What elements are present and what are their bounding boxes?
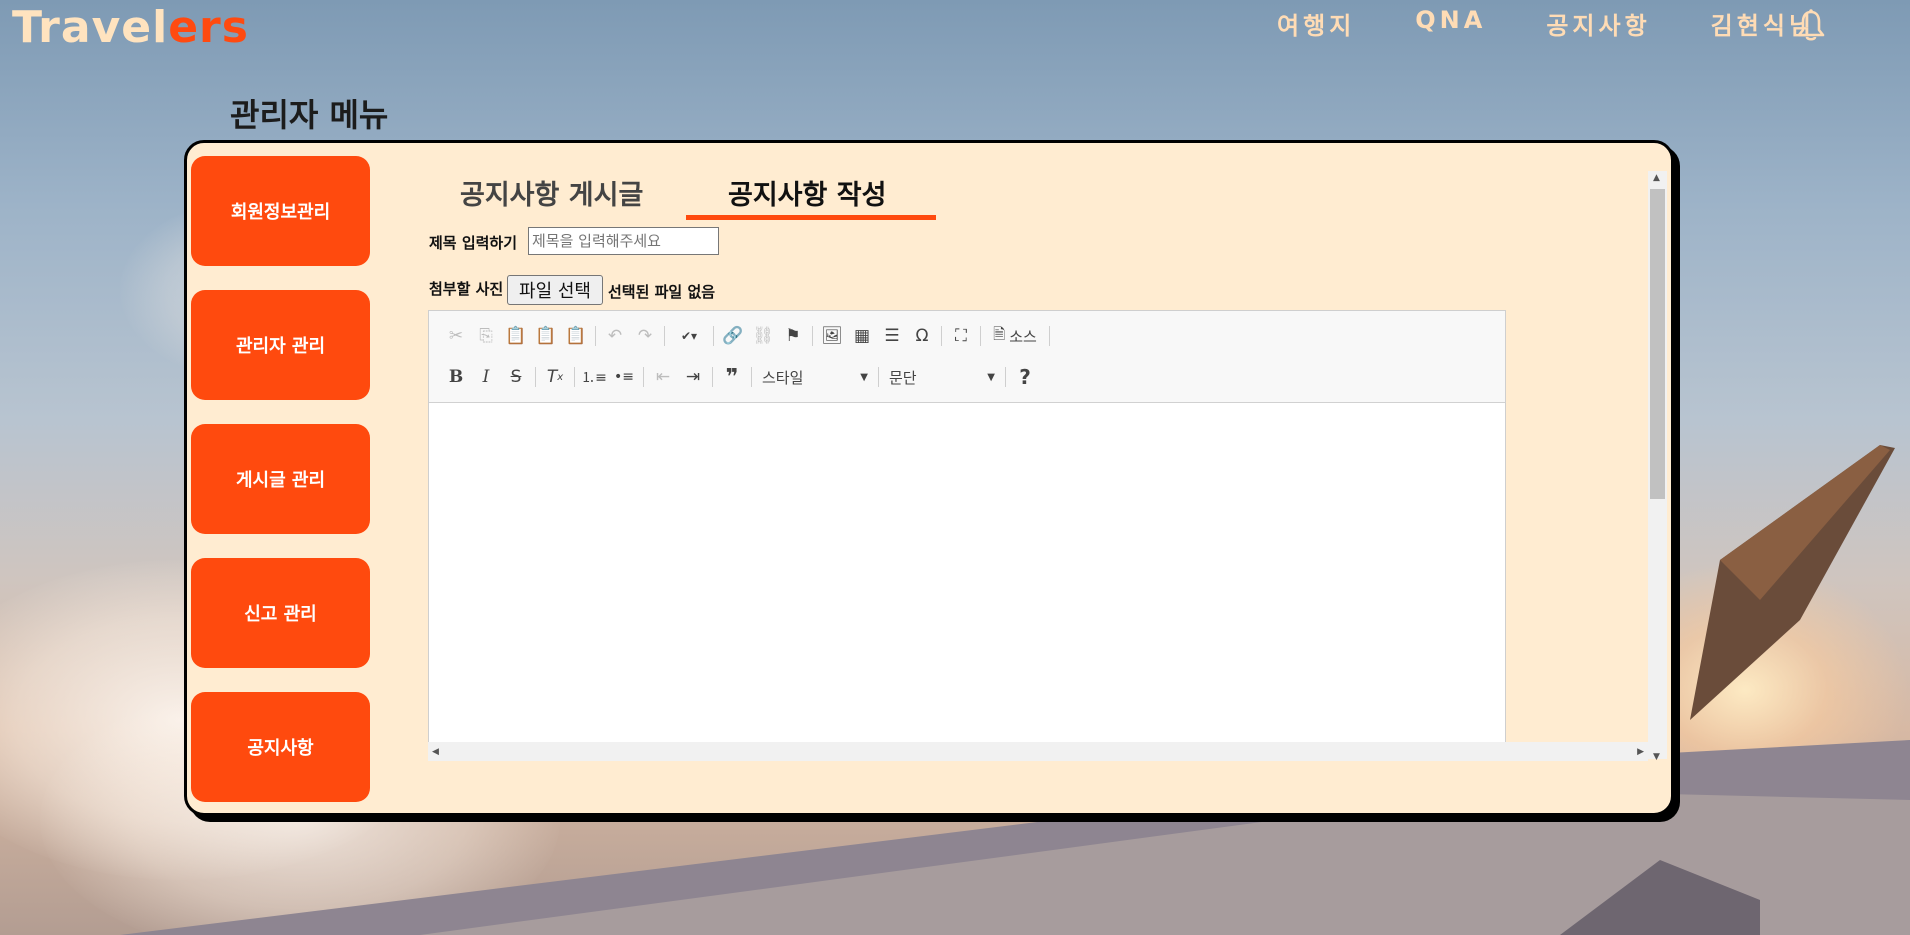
maximize-icon[interactable]: ⛶ bbox=[946, 322, 976, 350]
sidebar-item-admin-management[interactable]: 관리자 관리 bbox=[191, 290, 370, 400]
horizontal-line-icon[interactable]: ☰ bbox=[877, 322, 907, 350]
increase-indent-icon[interactable]: ⇥ bbox=[678, 363, 708, 391]
rich-text-editor: ✂ ⎘ 📋 📋 📋 ↶ ↷ ✔▾ 🔗 ⛓ ⚑ 🖼 ▦ ☰ Ω ⛶ 🗎 소스 B … bbox=[428, 310, 1506, 751]
image-icon[interactable]: 🖼 bbox=[817, 322, 847, 350]
paste-text-icon[interactable]: 📋 bbox=[531, 322, 561, 350]
nav-destinations[interactable]: 여행지 bbox=[1277, 6, 1355, 41]
editor-content-area[interactable] bbox=[429, 403, 1505, 751]
copy-icon[interactable]: ⎘ bbox=[471, 322, 501, 350]
toolbar-separator bbox=[713, 326, 714, 346]
toolbar-separator bbox=[535, 367, 536, 387]
horizontal-scrollbar[interactable]: ◀ ▶ bbox=[428, 742, 1648, 761]
toolbar-separator bbox=[751, 367, 752, 387]
editor-toolbar: ✂ ⎘ 📋 📋 📋 ↶ ↷ ✔▾ 🔗 ⛓ ⚑ 🖼 ▦ ☰ Ω ⛶ 🗎 소스 B … bbox=[429, 311, 1505, 403]
tab-notice-list[interactable]: 공지사항 게시글 bbox=[460, 173, 643, 212]
format-dropdown[interactable]: 문단 ▼ bbox=[883, 365, 1001, 389]
source-doc-icon: 🗎 bbox=[993, 324, 1006, 343]
source-button[interactable]: 🗎 소스 bbox=[985, 322, 1045, 350]
source-label: 소스 bbox=[1009, 327, 1037, 346]
scroll-right-icon[interactable]: ▶ bbox=[1637, 747, 1644, 757]
file-select-button[interactable]: 파일 선택 bbox=[507, 275, 603, 305]
admin-panel: 회원정보관리 관리자 관리 게시글 관리 신고 관리 공지사항 공지사항 게시글… bbox=[184, 140, 1674, 816]
strikethrough-icon[interactable]: S bbox=[501, 363, 531, 391]
attach-photo-label: 첨부할 사진 bbox=[429, 280, 504, 298]
toolbar-separator bbox=[1005, 367, 1006, 387]
toolbar-separator bbox=[878, 367, 879, 387]
tab-notice-write[interactable]: 공지사항 작성 bbox=[728, 173, 886, 212]
toolbar-separator bbox=[643, 367, 644, 387]
toolbar-separator bbox=[1049, 326, 1050, 346]
active-tab-indicator bbox=[686, 215, 936, 220]
nav-notices[interactable]: 공지사항 bbox=[1546, 6, 1650, 41]
spellcheck-icon[interactable]: ✔▾ bbox=[669, 322, 709, 350]
scroll-down-icon[interactable]: ▼ bbox=[1653, 752, 1660, 762]
toolbar-separator bbox=[664, 326, 665, 346]
bold-icon[interactable]: B bbox=[441, 363, 471, 391]
sidebar-item-report-management[interactable]: 신고 관리 bbox=[191, 558, 370, 668]
bulleted-list-icon[interactable]: •≡ bbox=[609, 363, 639, 391]
notification-bell-icon[interactable] bbox=[1796, 8, 1826, 42]
top-navigation: 여행지 QNA 공지사항 김현식님 bbox=[1277, 6, 1815, 41]
italic-icon[interactable]: I bbox=[471, 363, 501, 391]
file-status-text: 선택된 파일 없음 bbox=[608, 283, 716, 301]
redo-icon[interactable]: ↷ bbox=[630, 322, 660, 350]
chevron-down-icon: ▼ bbox=[987, 371, 995, 383]
undo-icon[interactable]: ↶ bbox=[600, 322, 630, 350]
toolbar-separator bbox=[812, 326, 813, 346]
link-icon[interactable]: 🔗 bbox=[718, 322, 748, 350]
logo-text-ers: ers bbox=[168, 2, 249, 53]
toolbar-separator bbox=[941, 326, 942, 346]
logo-text-travel: Travel bbox=[12, 2, 169, 53]
remove-format-icon[interactable]: Tx bbox=[540, 363, 570, 391]
anchor-flag-icon[interactable]: ⚑ bbox=[778, 322, 808, 350]
toolbar-row-1: ✂ ⎘ 📋 📋 📋 ↶ ↷ ✔▾ 🔗 ⛓ ⚑ 🖼 ▦ ☰ Ω ⛶ 🗎 소스 bbox=[441, 321, 1054, 351]
sidebar-item-member-info[interactable]: 회원정보관리 bbox=[191, 156, 370, 266]
nav-qna[interactable]: QNA bbox=[1415, 6, 1486, 41]
table-icon[interactable]: ▦ bbox=[847, 322, 877, 350]
toolbar-separator bbox=[595, 326, 596, 346]
paste-word-icon[interactable]: 📋 bbox=[561, 322, 591, 350]
help-button[interactable]: ? bbox=[1010, 363, 1040, 391]
scroll-left-icon[interactable]: ◀ bbox=[432, 747, 439, 757]
vertical-scrollbar[interactable]: ▲ ▼ bbox=[1648, 171, 1667, 762]
title-input[interactable] bbox=[528, 227, 719, 255]
toolbar-row-2: B I S Tx ⒈≡ •≡ ⇤ ⇥ ❞ 스타일 ▼ 문단 ▼ ? bbox=[441, 362, 1040, 392]
style-dropdown-label: 스타일 bbox=[762, 368, 804, 387]
title-label: 제목 입력하기 bbox=[429, 234, 518, 252]
format-dropdown-label: 문단 bbox=[889, 368, 917, 387]
style-dropdown[interactable]: 스타일 ▼ bbox=[756, 365, 874, 389]
decrease-indent-icon[interactable]: ⇤ bbox=[648, 363, 678, 391]
scroll-up-icon[interactable]: ▲ bbox=[1653, 173, 1660, 183]
page-title: 관리자 메뉴 bbox=[230, 96, 389, 134]
vertical-scroll-thumb[interactable] bbox=[1650, 189, 1665, 499]
toolbar-separator bbox=[712, 367, 713, 387]
unlink-icon[interactable]: ⛓ bbox=[748, 322, 778, 350]
blockquote-icon[interactable]: ❞ bbox=[717, 363, 747, 391]
sidebar-item-notices[interactable]: 공지사항 bbox=[191, 692, 370, 802]
toolbar-separator bbox=[980, 326, 981, 346]
chevron-down-icon: ▼ bbox=[860, 371, 868, 383]
travelers-logo[interactable]: Travelers bbox=[12, 2, 249, 53]
paste-icon[interactable]: 📋 bbox=[501, 322, 531, 350]
special-char-icon[interactable]: Ω bbox=[907, 322, 937, 350]
toolbar-separator bbox=[574, 367, 575, 387]
sidebar-item-post-management[interactable]: 게시글 관리 bbox=[191, 424, 370, 534]
cut-icon[interactable]: ✂ bbox=[441, 322, 471, 350]
numbered-list-icon[interactable]: ⒈≡ bbox=[579, 363, 609, 391]
